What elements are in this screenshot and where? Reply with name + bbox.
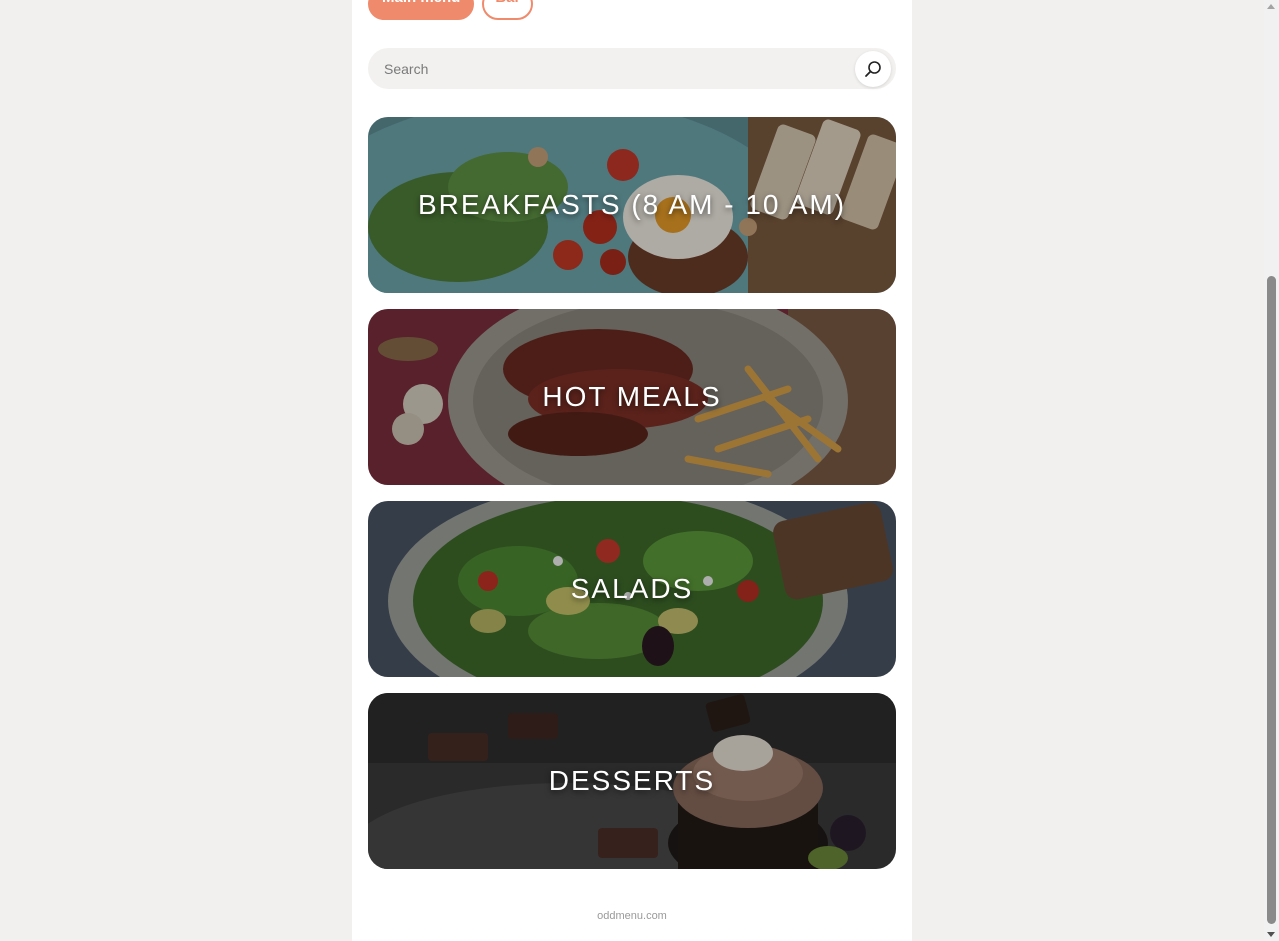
- tab-bar[interactable]: Bar: [482, 0, 534, 20]
- search-input[interactable]: [384, 59, 844, 79]
- scroll-down-arrow-icon[interactable]: [1267, 932, 1275, 937]
- search-bar: [368, 48, 896, 89]
- tab-main-menu[interactable]: Main menu: [368, 0, 475, 20]
- category-card-hot-meals[interactable]: HOT MEALS: [368, 309, 896, 485]
- category-title: HOT MEALS: [542, 381, 722, 412]
- category-title: BREAKFASTS (8 AM - 10 AM): [417, 189, 847, 220]
- category-title: SALADS: [570, 573, 694, 604]
- category-card-breakfasts[interactable]: BREAKFASTS (8 AM - 10 AM): [368, 117, 896, 293]
- category-title: DESSERTS: [548, 765, 716, 796]
- footer-link[interactable]: oddmenu.com: [352, 910, 912, 922]
- category-list: BREAKFASTS (8 AM - 10 AM) HOT MEALS SALA…: [368, 117, 896, 885]
- scroll-thumb[interactable]: [1267, 276, 1276, 924]
- scroll-up-arrow-icon[interactable]: [1267, 4, 1275, 9]
- category-card-desserts[interactable]: DESSERTS: [368, 693, 896, 869]
- category-card-salads[interactable]: SALADS: [368, 501, 896, 677]
- search-button[interactable]: [855, 51, 891, 87]
- search-icon: [865, 61, 881, 77]
- menu-tabs: Main menu Bar: [368, 0, 534, 20]
- menu-page: Main menu Bar: [352, 0, 912, 941]
- scrollbar[interactable]: [1264, 0, 1279, 941]
